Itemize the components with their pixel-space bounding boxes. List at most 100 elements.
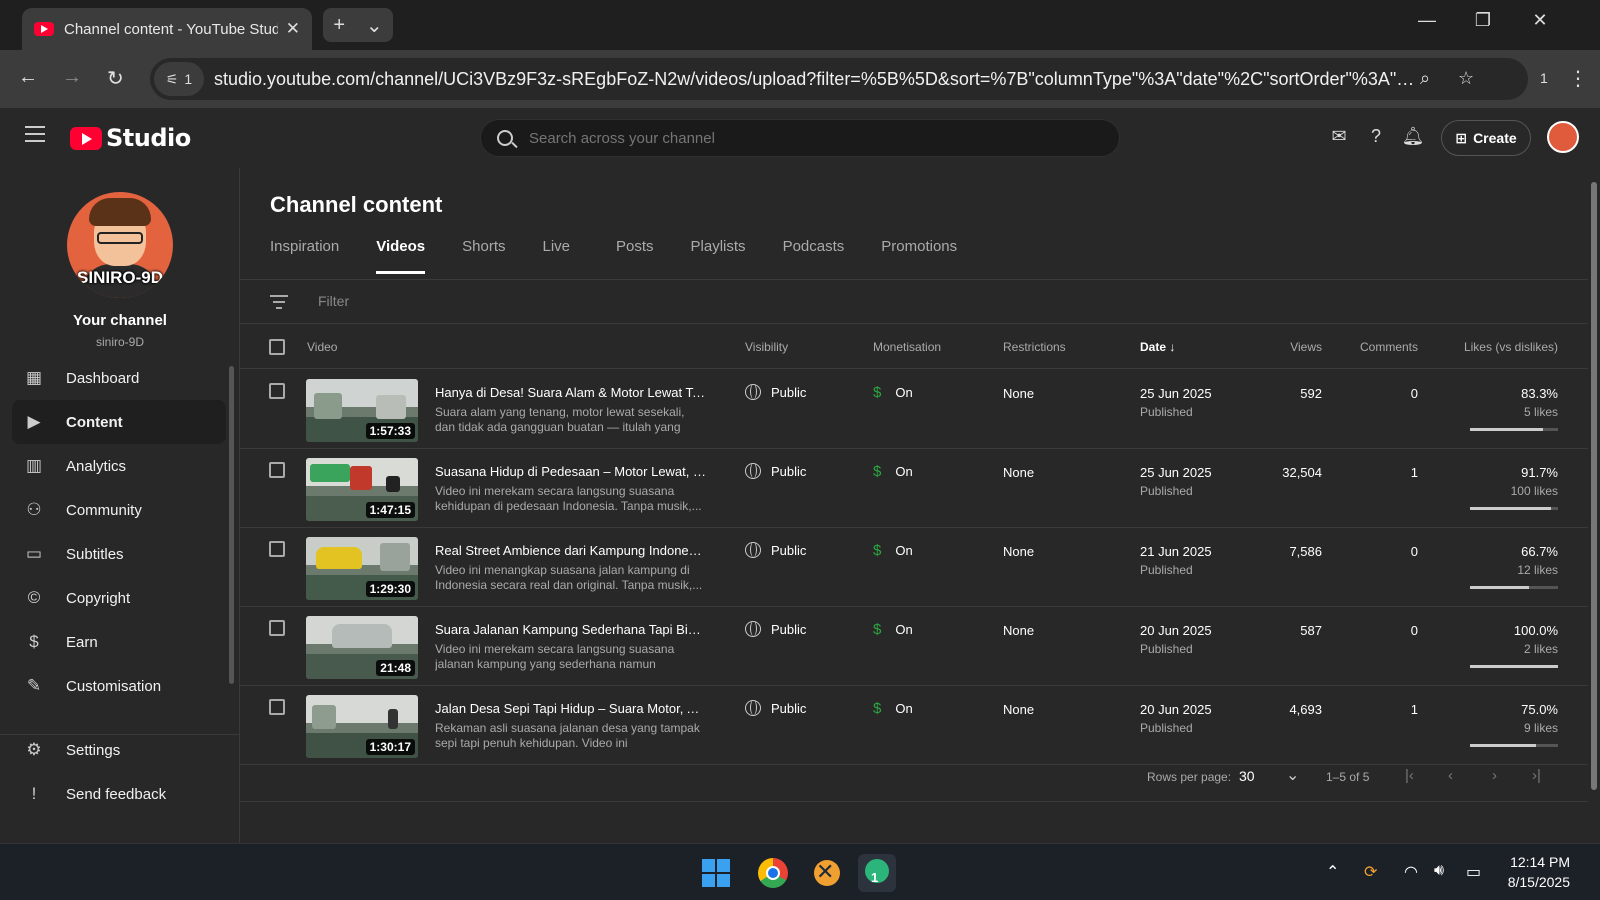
table-row[interactable]: 1:47:15 Suasana Hidup di Pedesaan – Moto… [240, 449, 1588, 528]
column-views[interactable]: Views [1290, 340, 1322, 354]
sidebar-item-settings[interactable]: ⚙ Settings [12, 728, 226, 772]
comments-cell[interactable]: 0 [1411, 386, 1418, 401]
column-likes[interactable]: Likes (vs dislikes) [1464, 340, 1558, 354]
column-restrictions[interactable]: Restrictions [1003, 340, 1066, 354]
video-thumbnail[interactable]: 21:48 [306, 616, 418, 679]
sidebar-item-content[interactable]: ▶ Content [12, 400, 226, 444]
battery-icon[interactable]: ▭ [1466, 862, 1481, 882]
search-bar[interactable] [480, 119, 1120, 157]
previous-page-icon[interactable]: ‹ [1448, 767, 1453, 784]
sidebar-item-subtitles[interactable]: ▭ Subtitles [12, 532, 226, 576]
monetisation-cell[interactable]: $ On [873, 542, 913, 559]
video-thumbnail[interactable]: 1:47:15 [306, 458, 418, 521]
windows-start-icon[interactable] [697, 854, 735, 892]
video-thumbnail[interactable]: 1:29:30 [306, 537, 418, 600]
tab-inspiration[interactable]: Inspiration [270, 236, 339, 274]
table-row[interactable]: 21:48 Suara Jalanan Kampung Sederhana Ta… [240, 607, 1588, 686]
account-avatar[interactable] [1547, 121, 1579, 153]
tray-chevron-up-icon[interactable]: ⌃ [1326, 862, 1339, 882]
video-thumbnail[interactable]: 1:57:33 [306, 379, 418, 442]
table-row[interactable]: 1:57:33 Hanya di Desa! Suara Alam & Moto… [240, 370, 1588, 449]
comments-cell[interactable]: 1 [1411, 702, 1418, 717]
bookmark-star-icon[interactable]: ☆ [1458, 68, 1474, 89]
column-comments[interactable]: Comments [1360, 340, 1418, 354]
app-x-icon[interactable]: ✕ [808, 854, 846, 892]
filter-input[interactable]: Filter [318, 293, 349, 309]
visibility-cell[interactable]: Public [745, 384, 806, 400]
site-info-button[interactable]: ⚟ 1 [154, 62, 204, 96]
forward-arrow-icon[interactable]: → [62, 66, 82, 89]
help-icon[interactable]: ? [1364, 126, 1388, 147]
create-button[interactable]: ⊞ Create [1441, 120, 1531, 156]
column-monetisation[interactable]: Monetisation [873, 340, 941, 354]
sidebar-item-community[interactable]: ⚇ Community [12, 488, 226, 532]
browser-tab[interactable]: Channel content - YouTube Studio ✕ [22, 8, 312, 50]
sidebar-item-customisation[interactable]: ✎ Customisation [12, 664, 226, 708]
monetisation-cell[interactable]: $ On [873, 621, 913, 638]
row-checkbox[interactable] [269, 541, 285, 557]
row-checkbox[interactable] [269, 462, 285, 478]
sidebar-item-copyright[interactable]: © Copyright [12, 576, 226, 620]
notifications-bell-icon[interactable]: 🔔︎ [1401, 126, 1425, 147]
your-channel-label[interactable]: Your channel [0, 312, 240, 329]
comments-cell[interactable]: 1 [1411, 465, 1418, 480]
hamburger-menu-icon[interactable] [25, 126, 45, 142]
minimize-button[interactable]: — [1412, 10, 1442, 31]
restore-button[interactable]: ❐ [1468, 10, 1498, 31]
video-thumbnail[interactable]: 1:30:17 [306, 695, 418, 758]
rows-per-page-select[interactable]: 30 [1239, 768, 1255, 784]
chevron-down-icon[interactable]: ⌄ [1286, 765, 1299, 785]
sidebar-item-earn[interactable]: $ Earn [12, 620, 226, 664]
chrome-app-icon[interactable] [754, 854, 792, 892]
tab-playlists[interactable]: Playlists [691, 236, 746, 274]
taskbar-clock[interactable]: 12:14 PM 8/15/2025 [1508, 852, 1570, 892]
reload-icon[interactable]: ↻ [107, 66, 124, 91]
video-title[interactable]: Hanya di Desa! Suara Alam & Motor Lewat … [435, 385, 707, 400]
sidebar-item-dashboard[interactable]: ▦ Dashboard [12, 356, 226, 400]
tab-podcasts[interactable]: Podcasts [783, 236, 845, 274]
table-row[interactable]: 1:29:30 Real Street Ambience dari Kampun… [240, 528, 1588, 607]
tab-live[interactable]: Live [543, 236, 571, 274]
tab-promotions[interactable]: Promotions [881, 236, 957, 274]
address-bar[interactable]: ⚟ 1 studio.youtube.com/channel/UCi3VBz9F… [150, 58, 1528, 100]
volume-icon[interactable]: 🔊︎ [1434, 862, 1444, 880]
tab-close-icon[interactable]: ✕ [286, 19, 300, 39]
tab-shorts[interactable]: Shorts [462, 236, 505, 274]
last-page-icon[interactable]: ›| [1532, 767, 1541, 784]
new-tab-button[interactable]: + [333, 14, 345, 37]
tab-videos[interactable]: Videos [376, 236, 426, 274]
select-all-checkbox[interactable] [269, 339, 285, 355]
visibility-cell[interactable]: Public [745, 700, 806, 716]
app-badge-icon[interactable]: 1 [858, 854, 896, 892]
wifi-icon[interactable]: ◠ [1404, 862, 1418, 882]
visibility-cell[interactable]: Public [745, 621, 806, 637]
monetisation-cell[interactable]: $ On [873, 384, 913, 401]
extension-count[interactable]: 1 [1540, 70, 1548, 86]
monetisation-cell[interactable]: $ On [873, 700, 913, 717]
visibility-cell[interactable]: Public [745, 542, 806, 558]
sidebar-item-analytics[interactable]: ▥ Analytics [12, 444, 226, 488]
filter-icon[interactable] [270, 295, 288, 309]
browser-menu-icon[interactable]: ⋮ [1568, 66, 1588, 91]
column-visibility[interactable]: Visibility [745, 340, 788, 354]
row-checkbox[interactable] [269, 383, 285, 399]
channel-avatar[interactable]: SINIRO-9D [67, 192, 173, 298]
visibility-cell[interactable]: Public [745, 463, 806, 479]
back-arrow-icon[interactable]: ← [18, 66, 38, 89]
column-date[interactable]: Date ↓ [1140, 340, 1175, 354]
sidebar-item-send-feedback[interactable]: ! Send feedback [12, 772, 226, 816]
sync-icon[interactable]: ⟳ [1364, 862, 1377, 882]
close-window-button[interactable]: ✕ [1525, 10, 1555, 31]
first-page-icon[interactable]: |‹ [1405, 767, 1414, 784]
messages-icon[interactable]: ✉ [1327, 126, 1351, 147]
tab-list-button[interactable]: ⌄ [366, 13, 383, 38]
video-title[interactable]: Suara Jalanan Kampung Sederhana Tapi Bik… [435, 622, 707, 637]
video-title[interactable]: Suasana Hidup di Pedesaan – Motor Lewat,… [435, 464, 707, 479]
zoom-icon[interactable]: ⌕ [1420, 68, 1430, 89]
row-checkbox[interactable] [269, 620, 285, 636]
row-checkbox[interactable] [269, 699, 285, 715]
studio-logo[interactable]: Studio [70, 124, 191, 152]
sidebar-scrollbar[interactable] [229, 366, 234, 684]
tab-posts[interactable]: Posts [616, 236, 654, 274]
search-input[interactable] [529, 129, 1089, 147]
